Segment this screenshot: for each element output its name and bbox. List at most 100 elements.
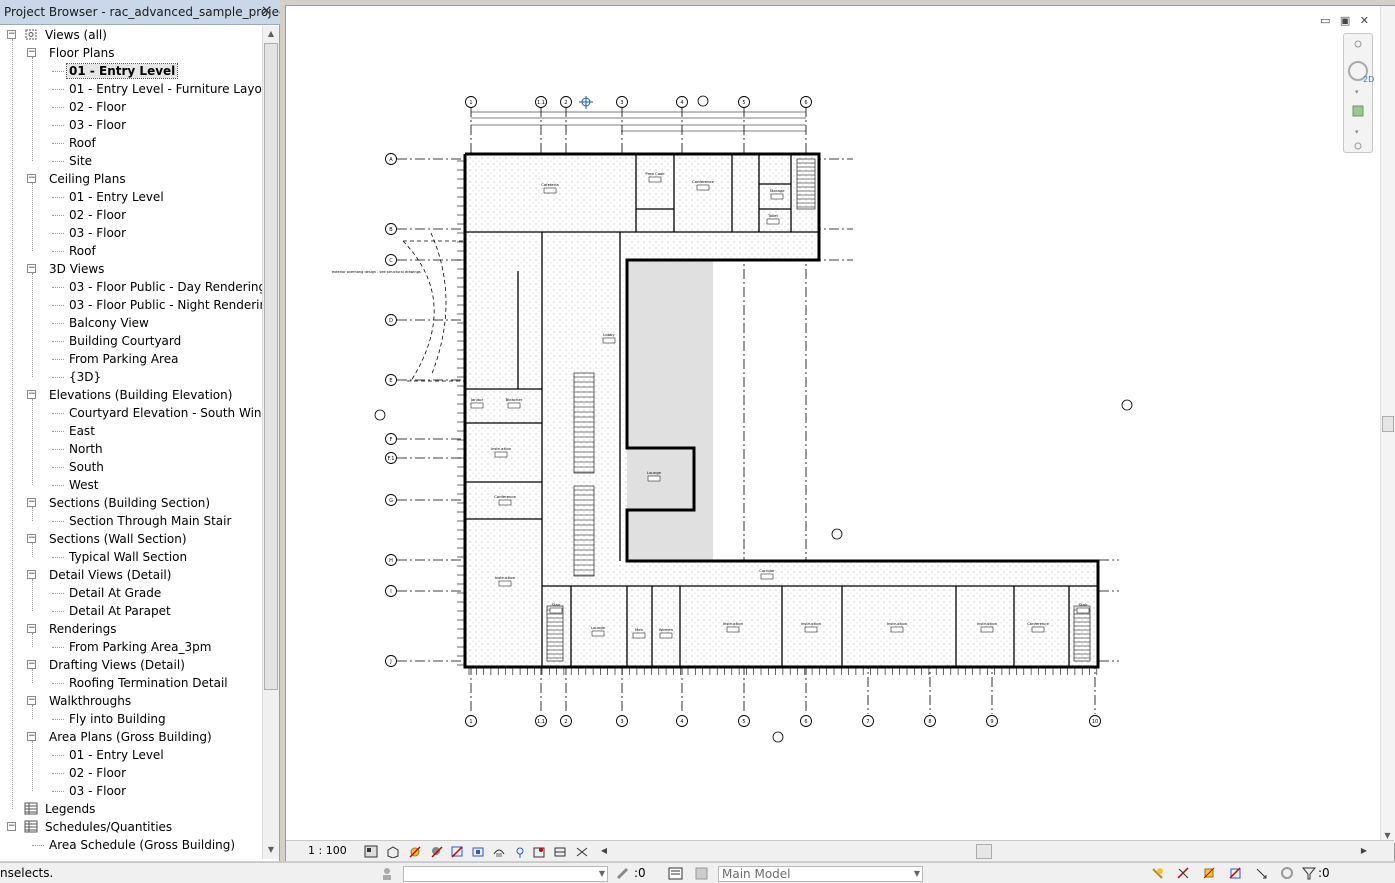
view-horizontal-scrollbar[interactable]: ◀ ▶ [601, 844, 1367, 859]
tree-item[interactable]: Area Schedule (Gross Building) [47, 836, 237, 854]
grid-bubble-left[interactable]: C [385, 254, 397, 266]
tree-item[interactable]: Walkthroughs [47, 692, 133, 710]
tree-item[interactable]: From Parking Area [67, 350, 180, 368]
tree-item[interactable]: Drafting Views (Detail) [47, 656, 187, 674]
select-links-icon[interactable] [1150, 866, 1165, 881]
tree-item[interactable]: Schedules/Quantities [43, 818, 174, 836]
temporary-hide-icon[interactable] [513, 845, 527, 858]
view-hscroll-thumb[interactable] [976, 844, 992, 859]
tree-item[interactable]: From Parking Area_3pm [67, 638, 213, 656]
view-vertical-scrollbar[interactable]: ▼ [1380, 6, 1395, 843]
close-icon[interactable]: ✕ [260, 5, 273, 19]
reveal-hidden-icon[interactable] [532, 845, 546, 858]
tree-item[interactable]: Building Courtyard [67, 332, 183, 350]
tree-item[interactable]: 03 - Floor Public - Day Rendering [67, 278, 262, 296]
grid-bubble-bottom[interactable]: 5 [738, 715, 750, 727]
collapse-icon[interactable]: − [27, 174, 36, 183]
tree-item[interactable]: 02 - Floor [67, 206, 128, 224]
grid-bubble-top[interactable]: 1 [465, 96, 477, 108]
tree-item[interactable]: 02 - Floor [67, 764, 128, 782]
tree-item[interactable]: West [67, 476, 101, 494]
collapse-icon[interactable]: − [27, 732, 36, 741]
scroll-up-icon[interactable]: ▲ [263, 26, 279, 42]
tree-item[interactable]: Legends [43, 800, 97, 818]
visual-style-icon[interactable] [386, 845, 400, 858]
collapse-icon[interactable]: − [27, 696, 36, 705]
collapse-icon[interactable]: − [7, 822, 16, 831]
tree-item[interactable]: 03 - Floor [67, 224, 128, 242]
tree-item[interactable]: Fly into Building [67, 710, 168, 728]
navigation-bar[interactable]: 2D ▾ ▾ [1343, 33, 1374, 153]
tree-item[interactable]: 01 - Entry Level - Furniture Layout [67, 80, 262, 98]
exclude-options-icon[interactable] [694, 866, 709, 881]
tree-item[interactable]: Roof [67, 134, 98, 152]
design-option-select[interactable]: Main Model ▼ [718, 866, 923, 882]
tree-item[interactable]: East [67, 422, 97, 440]
temporary-view-icon[interactable] [553, 845, 567, 858]
sun-path-icon[interactable] [408, 845, 422, 858]
tree-item[interactable]: Courtyard Elevation - South Wing [67, 404, 262, 422]
tree-item[interactable]: 02 - Floor [67, 98, 128, 116]
tree-item[interactable]: Floor Plans [47, 44, 116, 62]
grid-bubble-left[interactable]: B [385, 223, 397, 235]
active-workset-select[interactable]: ▼ [403, 866, 608, 882]
drag-elements-icon[interactable] [1254, 866, 1269, 881]
tree-item[interactable]: 01 - Entry Level [67, 188, 166, 206]
browser-vertical-scrollbar[interactable]: ▲ ▼ [262, 26, 279, 859]
tree-item[interactable]: 03 - Floor [67, 116, 128, 134]
grid-bubble-left[interactable]: G [385, 494, 397, 506]
grid-bubble-top[interactable]: 4 [676, 96, 688, 108]
tree-item[interactable]: 3D Views [47, 260, 106, 278]
select-by-face-icon[interactable] [1228, 866, 1243, 881]
tree-item[interactable]: Detail At Parapet [67, 602, 173, 620]
filter-icon[interactable] [1302, 866, 1317, 881]
shadows-icon[interactable] [430, 845, 444, 858]
collapse-icon[interactable]: − [27, 570, 36, 579]
grid-bubble-bottom[interactable]: 4 [676, 715, 688, 727]
view-vscroll-thumb[interactable] [1382, 416, 1394, 432]
tree-item[interactable]: Section Through Main Stair [67, 512, 233, 530]
grid-bubble-bottom[interactable]: 10 [1089, 715, 1101, 727]
grid-bubble-left[interactable]: E [385, 374, 397, 386]
select-underlay-icon[interactable] [1176, 866, 1191, 881]
design-options-icon[interactable] [668, 866, 683, 881]
grid-bubble-top[interactable]: 5 [738, 96, 750, 108]
collapse-icon[interactable]: − [27, 264, 36, 273]
tree-item[interactable]: Site [67, 152, 94, 170]
tree-item[interactable]: Typical Wall Section [67, 548, 189, 566]
collapse-icon[interactable]: − [27, 390, 36, 399]
tree-item[interactable]: Balcony View [67, 314, 151, 332]
grid-bubble-bottom[interactable]: 2 [560, 715, 572, 727]
show-crop-icon[interactable] [471, 845, 485, 858]
drawing-viewport[interactable]: exterior overhang design - see structura… [285, 5, 1395, 861]
grid-bubble-bottom[interactable]: 1 [465, 715, 477, 727]
tree-item[interactable]: Detail Views (Detail) [47, 566, 173, 584]
tree-item[interactable]: Ceiling Plans [47, 170, 128, 188]
grid-bubble-bottom[interactable]: 7 [862, 715, 874, 727]
scroll-right-icon[interactable]: ▶ [1356, 843, 1372, 859]
grid-bubble-left[interactable]: I [385, 585, 397, 597]
select-pinned-icon[interactable] [1202, 866, 1217, 881]
tree-item[interactable]: North [67, 440, 105, 458]
collapse-icon[interactable]: − [27, 48, 36, 57]
tree-item[interactable]: South [67, 458, 106, 476]
collapse-icon[interactable]: − [27, 498, 36, 507]
tree-item[interactable]: Detail At Grade [67, 584, 163, 602]
worksets-icon[interactable] [380, 866, 395, 881]
collapse-icon[interactable]: − [27, 624, 36, 633]
collapse-icon[interactable]: − [27, 534, 36, 543]
tree-item[interactable]: Renderings [47, 620, 119, 638]
view-scale[interactable]: 1 : 100 [308, 844, 347, 857]
grid-bubble-bottom[interactable]: 1.1 [535, 715, 547, 727]
grid-bubble-top[interactable]: 3 [616, 96, 628, 108]
grid-bubble-left[interactable]: D [385, 314, 397, 326]
grid-bubble-left[interactable]: H [385, 554, 397, 566]
grid-bubble-bottom[interactable]: 8 [924, 715, 936, 727]
tree-item[interactable]: 01 - Entry Level [65, 62, 179, 80]
tree-item[interactable]: Views (all) [43, 26, 109, 44]
editing-requests-icon[interactable] [615, 866, 630, 881]
scroll-thumb[interactable] [264, 43, 278, 690]
tree-item[interactable]: Sections (Building Section) [47, 494, 212, 512]
tree-item[interactable]: Roofing Termination Detail [67, 674, 230, 692]
grid-bubble-bottom[interactable]: 6 [800, 715, 812, 727]
